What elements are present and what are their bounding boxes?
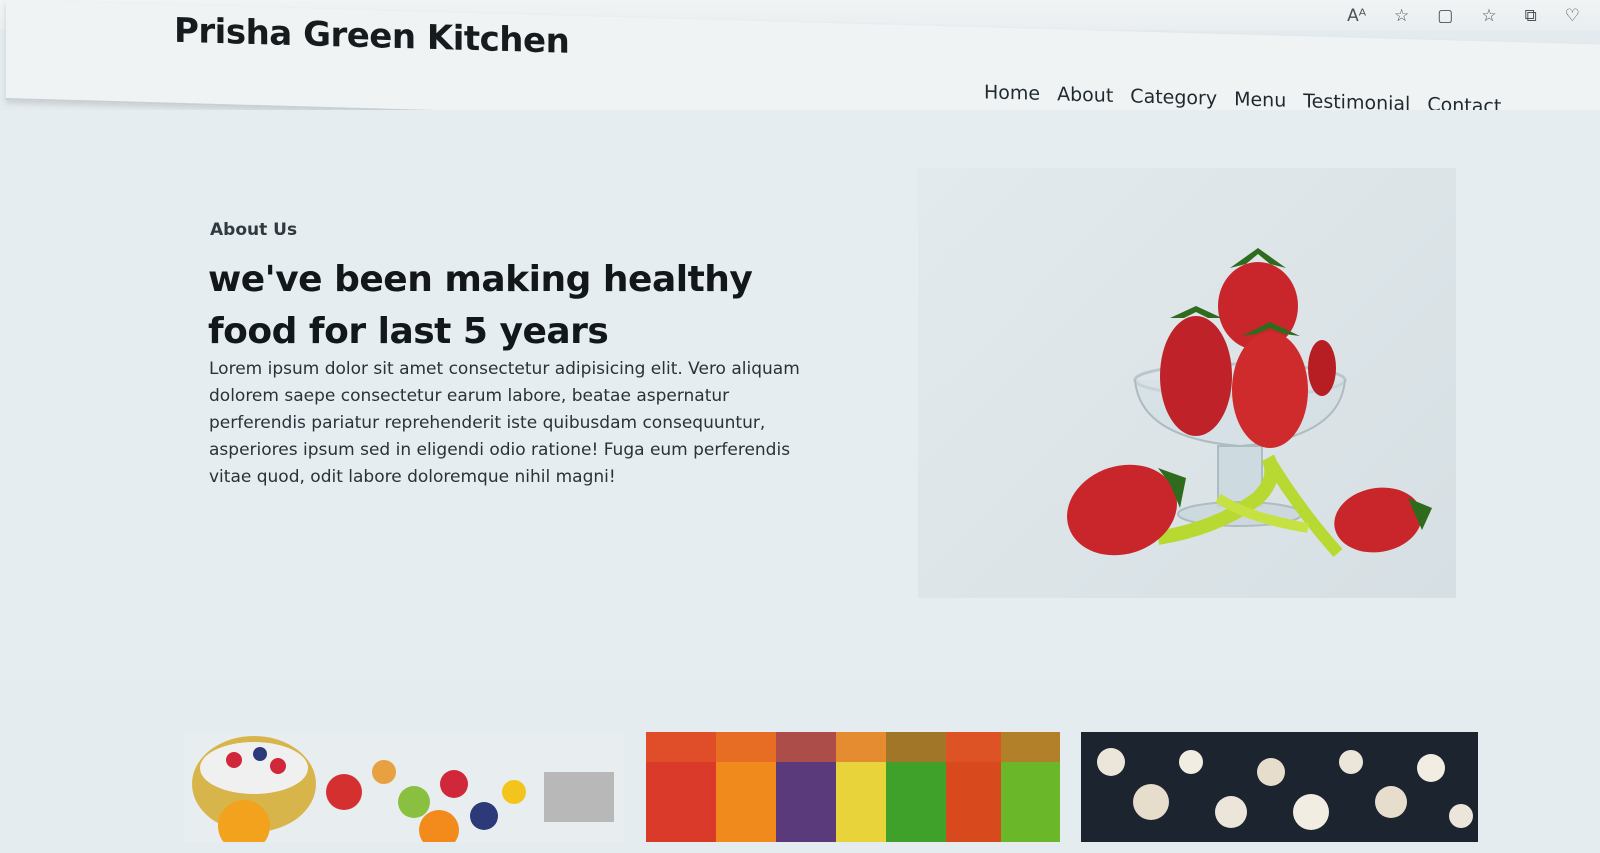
section-label: About Us [210,220,298,240]
collections-icon[interactable]: ⧉ [1525,6,1537,26]
about-section: About Us we've been making healthy food … [0,110,1600,680]
strawberry-bowl-image [918,168,1456,598]
gallery-image-vegetables[interactable] [646,732,1060,842]
favorites-list-icon[interactable]: ☆ [1481,6,1496,26]
about-paragraph: Lorem ipsum dolor sit amet consectetur a… [209,359,800,487]
favorite-star-icon[interactable]: ☆ [1394,6,1409,26]
about-title: we've been making healthy food for last … [208,259,753,352]
reading-view-icon[interactable]: ▢ [1437,6,1453,26]
brand-logo[interactable]: Prisha Green Kitchen [174,11,569,62]
gallery-image-grains[interactable] [1081,732,1478,842]
nav-about[interactable]: About [1057,83,1113,107]
gallery-image-fruit-platter[interactable] [184,732,624,842]
nav-home[interactable]: Home [984,81,1040,105]
strawberry-bowl-illustration [1067,248,1432,557]
read-aloud-icon[interactable]: Aᴬ [1347,6,1366,26]
nav-menu[interactable]: Menu [1234,88,1286,111]
extensions-icon[interactable]: ♡ [1565,6,1580,26]
browser-icon-group: Aᴬ ☆ ▢ ☆ ⧉ ♡ [1347,6,1580,26]
nav-category[interactable]: Category [1130,85,1217,109]
gallery-strip [0,680,1600,853]
